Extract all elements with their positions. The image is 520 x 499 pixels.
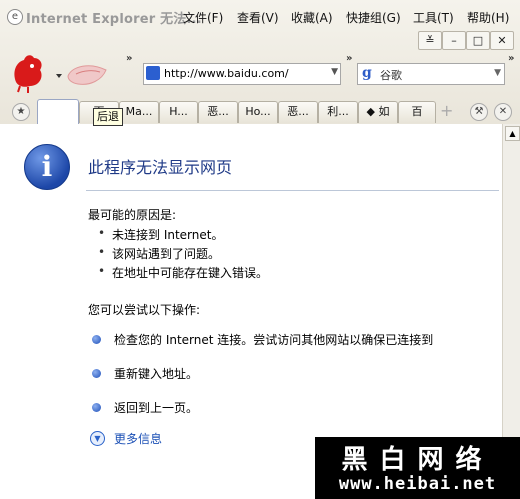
window-title: Internet Explorer 无法... (26, 12, 202, 27)
more-info-link[interactable]: 更多信息 (114, 430, 162, 447)
search-input[interactable]: 谷歌 (380, 67, 402, 83)
menu-favorites[interactable]: 收藏(A) (291, 9, 333, 26)
tab-item[interactable]: 百 (398, 101, 436, 123)
reasons-heading: 最可能的原因是: (88, 208, 177, 222)
restore-menu-icon[interactable]: ≚ (418, 31, 442, 50)
maximize-button[interactable]: □ (466, 31, 490, 50)
tab-item[interactable]: 利... (318, 101, 358, 123)
reason-item: 未连接到 Internet。 (98, 226, 224, 243)
chevron-down-icon[interactable]: ▼ (90, 431, 105, 446)
reason-item: 在地址中可能存在键入错误。 (98, 264, 268, 281)
tab-item[interactable]: 恶... (198, 101, 238, 123)
page-title: 此程序无法显示网页 (88, 158, 233, 177)
minimize-button[interactable]: – (442, 31, 466, 50)
tab-item[interactable]: Ma... (119, 101, 159, 123)
title-bar: e Internet Explorer 无法... 文件(F) 查看(V) 收藏… (0, 0, 520, 34)
search-dropdown-icon[interactable]: ▼ (494, 68, 501, 78)
search-chevron[interactable]: » (508, 53, 514, 64)
action-item: 返回到上一页。 (114, 401, 199, 415)
toolbar-chevron[interactable]: » (126, 53, 132, 64)
tab-item[interactable]: H... (159, 101, 198, 123)
tab-item[interactable]: 恶... (278, 101, 318, 123)
app-icon: e (7, 9, 23, 25)
address-dropdown-icon[interactable]: ▼ (331, 67, 338, 77)
wrench-icon[interactable]: ⚒ (470, 103, 488, 121)
close-tab-icon[interactable]: ✕ (494, 103, 512, 121)
address-input[interactable]: http://www.baidu.com/ (164, 67, 289, 80)
menu-help[interactable]: 帮助(H) (467, 9, 509, 26)
watermark-url: www.heibai.net (338, 474, 497, 494)
browser-logo[interactable] (10, 52, 110, 94)
action-item: 检查您的 Internet 连接。尝试访问其他网站以确保已连接到 (114, 333, 434, 347)
search-box[interactable]: g 谷歌 ▼ (357, 63, 505, 85)
bullet-dot-icon (92, 369, 101, 378)
divider (86, 190, 499, 191)
tab-item[interactable]: Ho... (238, 101, 278, 123)
new-tab-plus-icon[interactable]: + (440, 101, 453, 120)
bullet-dot-icon (92, 403, 101, 412)
tab-active[interactable] (37, 99, 79, 124)
menu-view[interactable]: 查看(V) (237, 9, 279, 26)
reason-item: 该网站遇到了问题。 (98, 245, 220, 262)
favorites-star-icon[interactable]: ★ (12, 103, 30, 121)
close-button[interactable]: ✕ (490, 31, 514, 50)
menu-file[interactable]: 文件(F) (183, 9, 223, 26)
watermark: 黑白网络 www.heibai.net (315, 437, 520, 499)
baidu-favicon-icon (146, 66, 160, 80)
tab-item[interactable]: ◆ 如 (358, 101, 398, 123)
info-icon: i (24, 144, 70, 190)
address-chevron[interactable]: » (346, 53, 352, 64)
rooster-logo-icon (14, 55, 107, 93)
watermark-title: 黑白网络 (341, 445, 494, 475)
action-item: 重新键入地址。 (114, 367, 199, 381)
window-controls: ≚ – □ ✕ (418, 31, 514, 50)
actions-heading: 您可以尝试以下操作: (88, 303, 201, 317)
tab-bar: ★ 百 Ma... H... 恶... Ho... 恶... 利... ◆ 如 … (0, 98, 520, 124)
back-tooltip: 后退 (93, 108, 123, 126)
google-icon[interactable]: g (362, 65, 372, 81)
menu-tools[interactable]: 工具(T) (413, 9, 454, 26)
address-bar[interactable]: http://www.baidu.com/ ▼ (143, 63, 341, 85)
scroll-up-icon[interactable]: ▲ (505, 126, 520, 141)
menu-quickgroup[interactable]: 快捷组(G) (346, 9, 401, 26)
bullet-dot-icon (92, 335, 101, 344)
